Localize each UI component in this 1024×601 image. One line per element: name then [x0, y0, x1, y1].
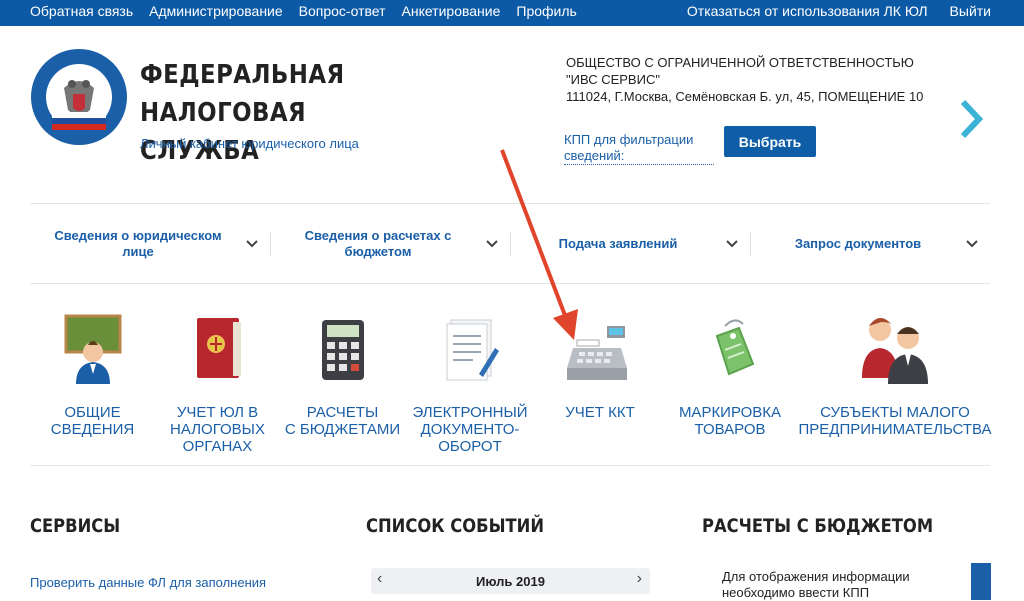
menu-label: Сведения о расчетах с бюджетом [304, 227, 452, 259]
folder-emblem-icon [196, 318, 241, 378]
teacher-icon [64, 314, 121, 384]
tile-label-line1: МАРКИРОВКА [678, 404, 782, 421]
tile-label: МАРКИРОВКА ТОВАРОВ [665, 404, 795, 438]
people-icon [862, 318, 928, 384]
select-button[interactable]: Выбрать [724, 126, 816, 157]
cash-register-icon [567, 326, 627, 380]
tile-label-line2: СВЕДЕНИЯ [50, 421, 135, 438]
budget-title: РАСЧЕТЫ С БЮДЖЕТОМ [702, 515, 934, 537]
tile-label: УЧЕТ ЮЛ В НАЛОГОВЫХ ОРГАНАХ [155, 404, 280, 455]
profile-link[interactable]: Профиль [516, 3, 576, 19]
tile-budget-calculations[interactable]: РАСЧЕТЫ С БЮДЖЕТАМИ [280, 300, 405, 460]
brand-title: ФЕДЕРАЛЬНАЯ НАЛОГОВАЯ СЛУЖБА [140, 56, 386, 170]
tile-tax-registration[interactable]: УЧЕТ ЮЛ В НАЛОГОВЫХ ОРГАНАХ [155, 300, 280, 460]
survey-link[interactable]: Анкетирование [402, 3, 501, 19]
chevron-down-icon [246, 240, 258, 248]
tile-label: УЧЕТ ККТ [535, 404, 665, 421]
chevron-right-icon[interactable]: › [637, 570, 642, 588]
chevron-down-icon [966, 240, 978, 248]
tile-label-line2: НАЛОГОВЫХ [170, 421, 265, 438]
opt-out-link[interactable]: Отказаться от использования ЛК ЮЛ [687, 3, 928, 19]
tile-label-line1: ОБЩИЕ [64, 404, 121, 421]
chevron-down-icon [726, 240, 738, 248]
scroll-bar[interactable] [971, 563, 991, 600]
menu-label: Сведения о юридическом лице [54, 227, 222, 259]
menu-applications[interactable]: Подача заявлений [510, 204, 750, 283]
next-org-arrow-icon[interactable] [955, 98, 987, 140]
menu-label: Запрос документов [794, 235, 922, 251]
menu-legal-entity-info[interactable]: Сведения о юридическом лице [30, 204, 270, 283]
menu-label: Подача заявлений [558, 235, 678, 251]
tile-label-line1: ЭЛЕКТРОННЫЙ [412, 404, 528, 421]
divider [30, 283, 990, 284]
faq-link[interactable]: Вопрос-ответ [299, 3, 386, 19]
tile-label: СУБЪЕКТЫ МАЛОГО ПРЕДПРИНИМАТЕЛЬСТВА [790, 404, 1000, 438]
fns-emblem-logo[interactable] [30, 48, 128, 146]
top-nav-bar: Обратная связь Администрирование Вопрос-… [0, 0, 1024, 26]
budget-info-text: Для отображения информации необходимо вв… [722, 569, 910, 600]
tile-label-line2: ДОКУМЕНТО- [420, 421, 520, 438]
tile-label-line1: УЧЕТ ККТ [565, 404, 635, 421]
check-person-data-link[interactable]: Проверить данные ФЛ для заполнения [30, 574, 330, 592]
tile-label-line2: ТОВАРОВ [694, 421, 766, 438]
tile-label-line1: УЧЕТ ЮЛ В [176, 404, 259, 421]
org-name-line2: "ИВС СЕРВИС" [566, 72, 660, 87]
document-pen-icon [446, 319, 499, 381]
events-calendar: ‹ Июль 2019 › [371, 568, 650, 594]
menu-document-request[interactable]: Запрос документов [750, 204, 990, 283]
tile-label-line1: СУБЪЕКТЫ МАЛОГО [820, 404, 970, 421]
brand-title-line1: ФЕДЕРАЛЬНАЯ [140, 60, 345, 90]
top-nav-right: Отказаться от использования ЛК ЮЛ Выйти [687, 3, 991, 19]
tile-label-line3: ОРГАНАХ [182, 438, 253, 455]
tile-kkt-registration[interactable]: УЧЕТ ККТ [535, 300, 665, 460]
organization-info: ОБЩЕСТВО С ОГРАНИЧЕННОЙ ОТВЕТСТВЕННОСТЬЮ… [566, 54, 956, 105]
main-menu: Сведения о юридическом лице Сведения о р… [30, 204, 990, 283]
events-title: СПИСОК СОБЫТИЙ [366, 515, 545, 537]
menu-budget-settlements[interactable]: Сведения о расчетах с бюджетом [270, 204, 510, 283]
tile-small-business[interactable]: СУБЪЕКТЫ МАЛОГО ПРЕДПРИНИМАТЕЛЬСТВА [790, 300, 1000, 460]
org-address: 111024, Г.Москва, Семёновская Б. ул, 45,… [566, 89, 924, 104]
tile-edo[interactable]: ЭЛЕКТРОННЫЙ ДОКУМЕНТО- ОБОРОТ [405, 300, 535, 460]
administration-link[interactable]: Администрирование [149, 3, 283, 19]
feedback-link[interactable]: Обратная связь [30, 3, 133, 19]
org-name-line1: ОБЩЕСТВО С ОГРАНИЧЕННОЙ ОТВЕТСТВЕННОСТЬЮ [566, 55, 914, 70]
tile-general-info[interactable]: ОБЩИЕ СВЕДЕНИЯ [30, 300, 155, 460]
top-nav-left: Обратная связь Администрирование Вопрос-… [30, 3, 577, 19]
tile-label-line1: РАСЧЕТЫ [306, 404, 379, 421]
tile-label-line2: С БЮДЖЕТАМИ [284, 421, 401, 438]
tile-label: ОБЩИЕ СВЕДЕНИЯ [30, 404, 155, 438]
tile-goods-marking[interactable]: МАРКИРОВКА ТОВАРОВ [665, 300, 795, 460]
chevron-down-icon [486, 240, 498, 248]
calculator-icon [321, 320, 364, 380]
tile-label-line3: ОБОРОТ [438, 438, 502, 455]
services-title: СЕРВИСЫ [30, 515, 121, 537]
tile-label: РАСЧЕТЫ С БЮДЖЕТАМИ [280, 404, 405, 438]
brand-subtitle: Личный кабинет юридического лица [140, 136, 359, 151]
calendar-month: Июль 2019 [476, 574, 545, 589]
kpp-filter-link[interactable]: КПП для фильтрации сведений: [564, 132, 714, 165]
price-tag-icon [715, 319, 755, 376]
logout-link[interactable]: Выйти [950, 3, 991, 19]
divider [30, 465, 990, 466]
tile-label-line2: ПРЕДПРИНИМАТЕЛЬСТВА [798, 421, 992, 438]
feature-tiles: ОБЩИЕ СВЕДЕНИЯ УЧЕТ ЮЛ В НАЛОГОВЫХ ОРГАН… [30, 300, 1000, 465]
tile-label: ЭЛЕКТРОННЫЙ ДОКУМЕНТО- ОБОРОТ [405, 404, 535, 455]
brand-title-line2: НАЛОГОВАЯ СЛУЖБА [140, 98, 307, 166]
